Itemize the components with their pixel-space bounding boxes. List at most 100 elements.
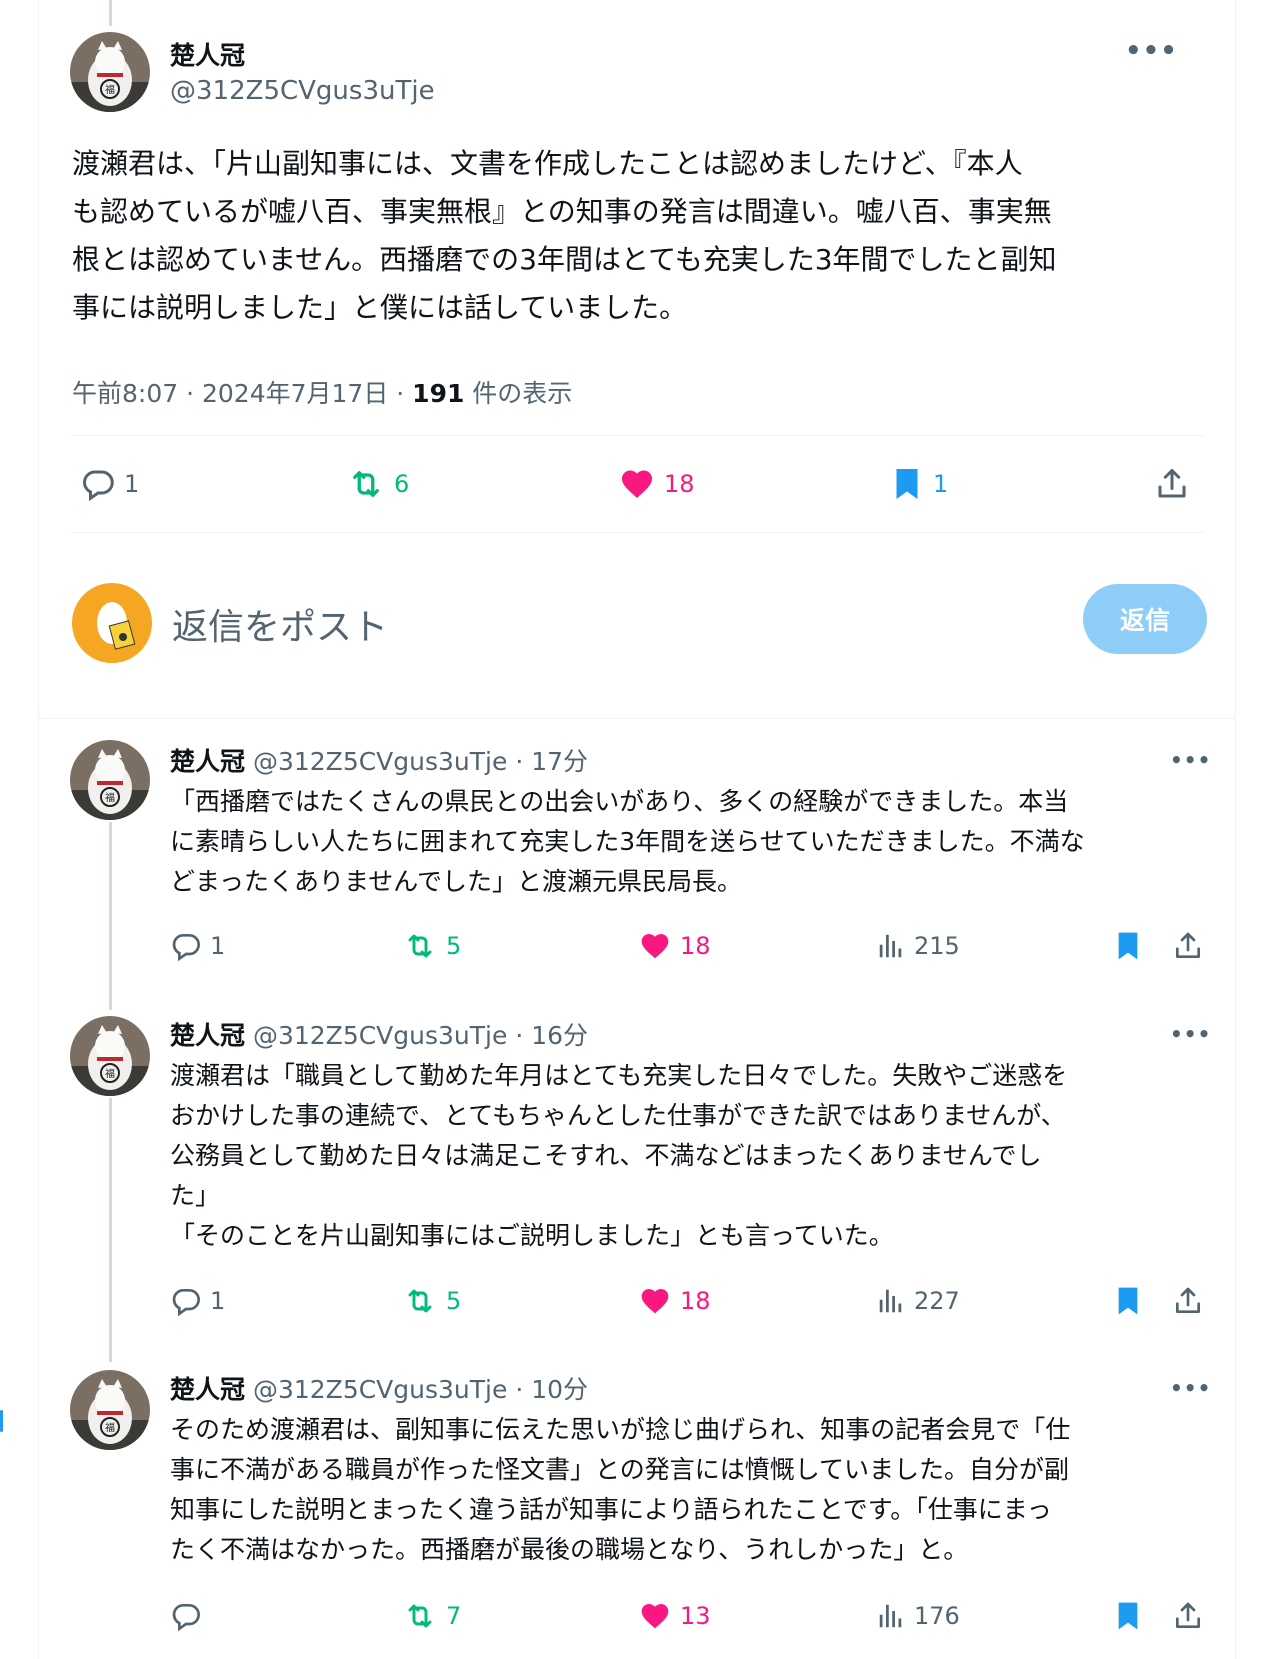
reply-header: 楚人冠 @312Z5CVgus3uTje · 10分 (170, 1370, 588, 1406)
author-handle[interactable]: @312Z5CVgus3uTje (253, 1375, 507, 1404)
post-text: 渡瀬君は、「片山副知事には、文書を作成したことは認めましたけど、『本人 も認めて… (72, 147, 1057, 324)
bookmark-icon (1112, 1600, 1144, 1632)
separator-dot: · (507, 1021, 532, 1050)
share-button[interactable] (1172, 1600, 1204, 1632)
separator-dot: · (507, 747, 532, 776)
repost-count: 7 (446, 1602, 462, 1630)
author-avatar[interactable]: 福 (70, 740, 150, 820)
reply-text: そのため渡瀬君は、副知事に伝えた思いが捻じ曲げられ、知事の記者会見で「仕 事に不… (170, 1415, 1071, 1564)
like-count: 18 (664, 470, 695, 498)
share-icon (1154, 466, 1190, 502)
reply-count: 1 (210, 932, 226, 960)
bookmark-icon (1112, 930, 1144, 962)
like-button[interactable]: 18 (618, 466, 695, 502)
views-button[interactable]: 176 (876, 1600, 960, 1632)
author-name[interactable]: 楚人冠 (170, 1021, 245, 1050)
more-icon[interactable]: ••• (1170, 748, 1211, 772)
repost-icon (402, 1285, 438, 1317)
views-icon (876, 1600, 906, 1632)
repost-button[interactable]: 6 (346, 466, 409, 502)
reply-button[interactable]: 1 (170, 930, 225, 962)
more-icon[interactable]: ••• (1170, 1376, 1211, 1400)
author-name[interactable]: 楚人冠 (170, 747, 245, 776)
reply-text: 「西播磨ではたくさんの県民との出会いがあり、多くの経験ができました。本当 に素晴… (170, 787, 1085, 896)
reply-icon (170, 1600, 202, 1632)
author-handle[interactable]: @312Z5CVgus3uTje (253, 747, 507, 776)
thread-line (109, 822, 112, 1010)
repost-button[interactable]: 7 (402, 1600, 461, 1632)
separator-dot: · (507, 1375, 532, 1404)
repost-icon (402, 1600, 438, 1632)
user-avatar[interactable] (72, 583, 152, 663)
bookmark-count: 1 (933, 470, 949, 498)
like-count: 18 (680, 932, 711, 960)
views-icon (876, 930, 906, 962)
repost-count: 5 (446, 932, 462, 960)
like-icon (618, 466, 656, 502)
share-button[interactable] (1172, 930, 1204, 962)
column-border-left (38, 0, 39, 1659)
section-divider (38, 718, 1235, 719)
divider (70, 532, 1205, 533)
bookmark-button[interactable]: 1 (889, 466, 948, 502)
thread-line (109, 1098, 112, 1362)
like-button[interactable]: 13 (638, 1600, 711, 1632)
column-border-right (1235, 0, 1236, 1659)
author-avatar[interactable]: 福 (70, 32, 150, 112)
more-icon[interactable]: ••• (1170, 1022, 1211, 1046)
reply-header: 楚人冠 @312Z5CVgus3uTje · 16分 (170, 1016, 588, 1052)
share-button[interactable] (1154, 466, 1190, 502)
like-button[interactable]: 18 (638, 930, 711, 962)
views-icon (876, 1285, 906, 1317)
reply-button[interactable]: 1 (170, 1285, 225, 1317)
repost-icon (402, 930, 438, 962)
share-button[interactable] (1172, 1285, 1204, 1317)
author-handle[interactable]: @312Z5CVgus3uTje (170, 76, 435, 106)
divider (70, 435, 1205, 436)
reply-icon (170, 1285, 202, 1317)
bookmark-icon (1112, 1285, 1144, 1317)
reply-header: 楚人冠 @312Z5CVgus3uTje · 17分 (170, 742, 588, 778)
author-name[interactable]: 楚人冠 (170, 1375, 245, 1404)
views-label: 件の表示 (464, 379, 573, 408)
bookmark-button[interactable] (1112, 930, 1144, 962)
post-time[interactable]: 16分 (531, 1021, 588, 1050)
more-icon[interactable]: ••• (1125, 36, 1178, 66)
svg-text:福: 福 (105, 83, 115, 96)
reply-text: 渡瀬君は「職員として勤めた年月はとても充実した日々でした。失敗やご迷惑を おかけ… (170, 1061, 1068, 1250)
post-time[interactable]: 10分 (531, 1375, 588, 1404)
post-meta: 午前8:07 · 2024年7月17日 · 191 件の表示 (72, 374, 572, 410)
reply-submit-button[interactable]: 返信 (1083, 584, 1207, 654)
share-icon (1172, 930, 1204, 962)
reply-button[interactable] (170, 1600, 210, 1632)
author-name[interactable]: 楚人冠 (170, 36, 245, 72)
share-icon (1172, 1285, 1204, 1317)
author-handle[interactable]: @312Z5CVgus3uTje (253, 1021, 507, 1050)
post-time[interactable]: 午前8:07 · 2024年7月17日 · (72, 379, 412, 408)
thread-line (109, 0, 112, 26)
author-avatar[interactable]: 福 (70, 1016, 150, 1096)
share-icon (1172, 1600, 1204, 1632)
views-button[interactable]: 227 (876, 1285, 960, 1317)
like-icon (638, 1285, 672, 1317)
repost-button[interactable]: 5 (402, 930, 461, 962)
reply-button[interactable]: 1 (80, 466, 139, 502)
bookmark-button[interactable] (1112, 1285, 1144, 1317)
reply-count: 1 (124, 470, 140, 498)
like-count: 18 (680, 1287, 711, 1315)
reply-icon (80, 466, 116, 502)
views-button[interactable]: 215 (876, 930, 960, 962)
like-button[interactable]: 18 (638, 1285, 711, 1317)
author-avatar[interactable]: 福 (70, 1370, 150, 1450)
bookmark-button[interactable] (1112, 1600, 1144, 1632)
reply-input[interactable]: 返信をポスト (172, 598, 388, 650)
post-time[interactable]: 17分 (531, 747, 588, 776)
repost-button[interactable]: 5 (402, 1285, 461, 1317)
like-count: 13 (680, 1602, 711, 1630)
views-count: 215 (914, 932, 960, 960)
views-count[interactable]: 191 (412, 379, 464, 408)
views-count: 176 (914, 1602, 960, 1630)
repost-count: 6 (394, 470, 410, 498)
reply-icon (170, 930, 202, 962)
repost-icon (346, 466, 386, 502)
